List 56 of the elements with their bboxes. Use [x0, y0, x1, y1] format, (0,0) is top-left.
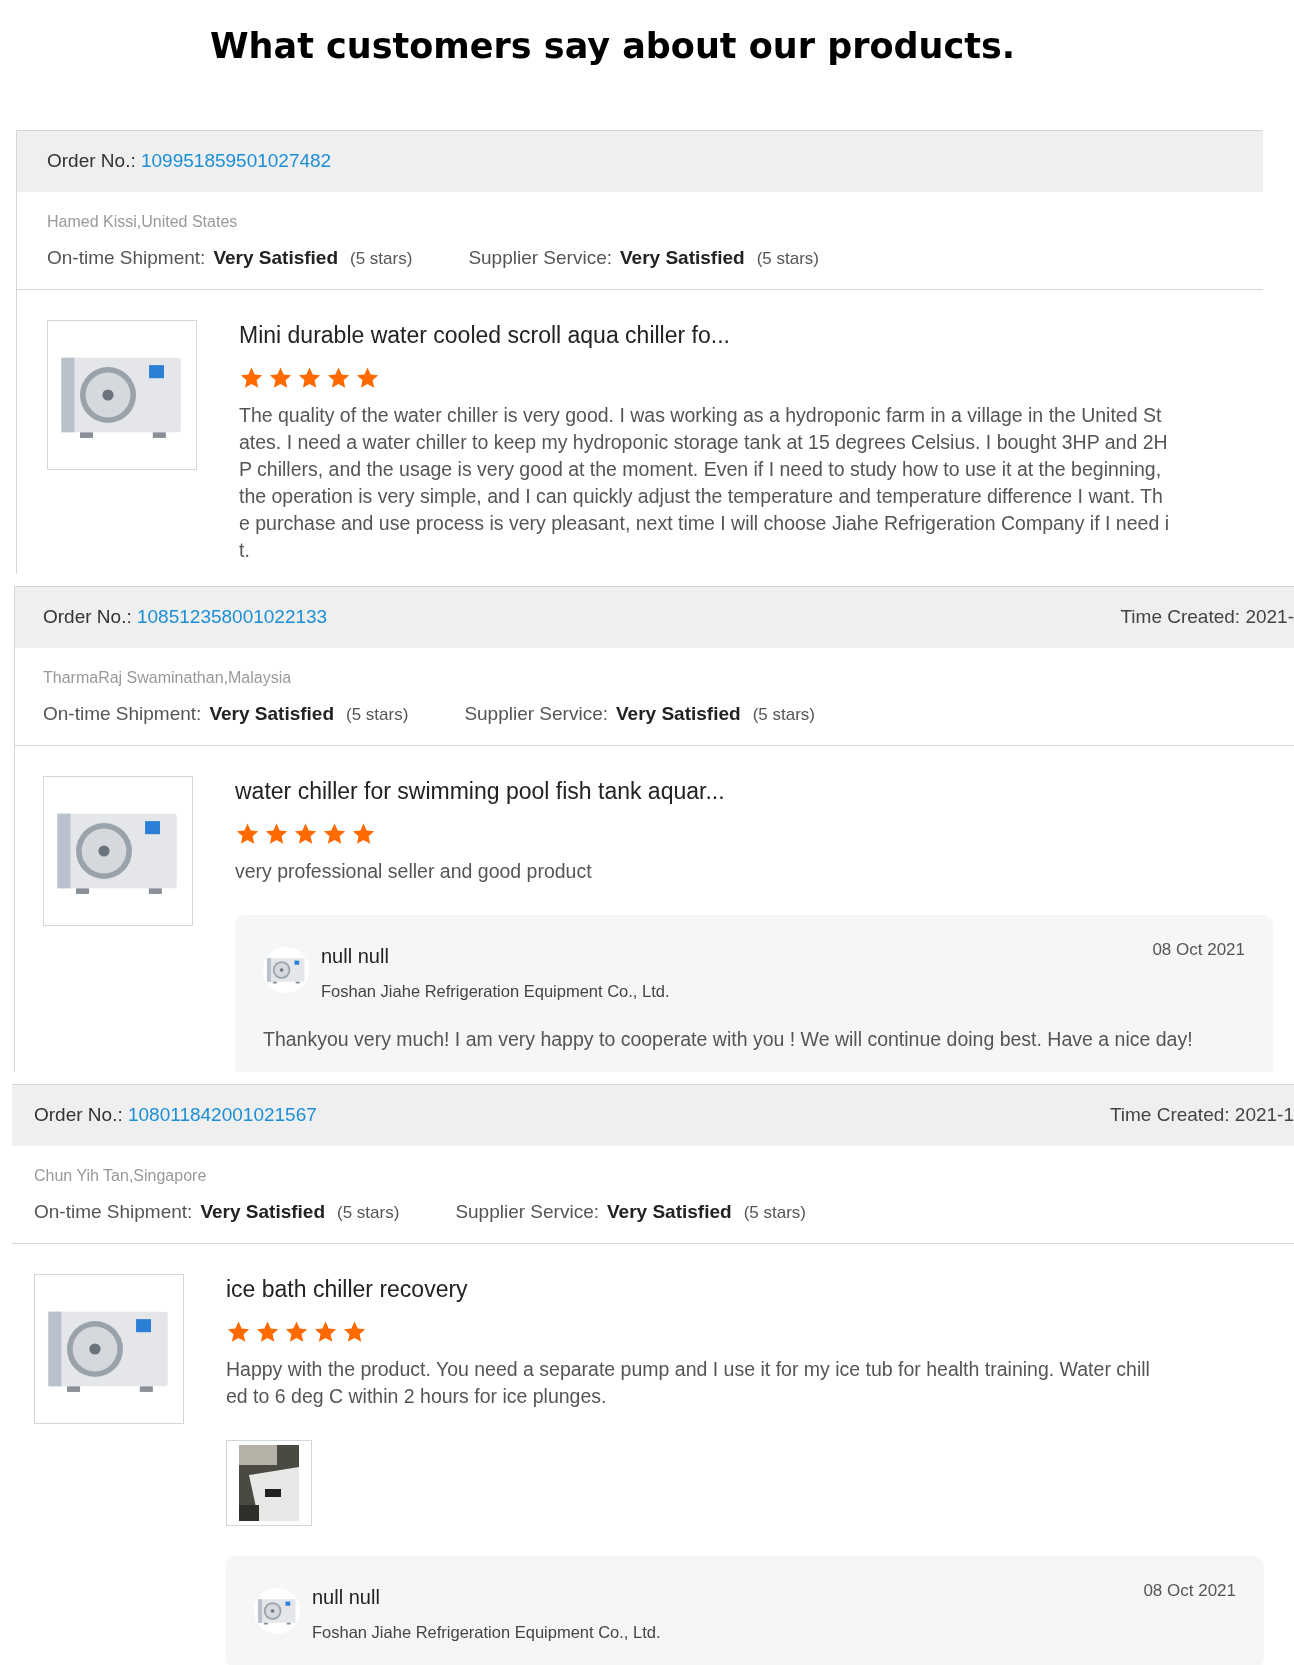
star-icon [351, 821, 376, 846]
review-text: very professional seller and good product [235, 858, 593, 884]
rating-label: On-time Shipment: [43, 702, 202, 726]
rating-label: Supplier Service: [468, 246, 612, 270]
rating-count: (5 stars) [756, 248, 819, 270]
star-icon [355, 365, 380, 390]
seller-company: Foshan Jiahe Refrigeration Equipment Co., Ltd. [321, 980, 670, 1002]
rating-label: Supplier Service: [464, 702, 608, 726]
rating-value: Very Satisfied [620, 246, 745, 270]
rating-count: (5 stars) [752, 704, 815, 726]
order-label: Order No.: [43, 606, 132, 628]
star-icon [293, 821, 318, 846]
order-label: Order No.: [34, 1104, 123, 1126]
reply-message: Thankyou very much! I am very happy to cooperate with you ! We will continue doing best. Have a nice day! [263, 1027, 1194, 1053]
star-icon [284, 1319, 309, 1344]
rating-value: Very Satisfied [200, 1200, 326, 1224]
star-icon [326, 365, 351, 390]
reply-author: null null [321, 943, 390, 969]
rating-count: (5 stars) [743, 1202, 806, 1224]
time-created: Time Created: 2021- [1120, 605, 1294, 630]
rating-value: Very Satisfied [209, 702, 335, 726]
star-icon [313, 1319, 338, 1344]
time-created: Time Created: 2021-1 [1109, 1103, 1294, 1128]
star-icon [226, 1319, 251, 1344]
review-text: Happy with the product. You need a separate pump and I use it for my ice tub for health training. Water chilled to 6 deg C within 2 hours for ice plunges. [226, 1356, 1151, 1409]
star-icon [235, 821, 260, 846]
star-icon [239, 365, 264, 390]
star-icon [322, 821, 347, 846]
buyer-name: Chun Yih Tan,Singapore [34, 1166, 208, 1186]
rating-count: (5 stars) [337, 1202, 400, 1224]
star-icon [268, 365, 293, 390]
reply-date: 08 Oct 2021 [1152, 938, 1245, 961]
reply-date: 08 Oct 2021 [1143, 1579, 1236, 1602]
rating-label: Supplier Service: [455, 1200, 599, 1224]
product-title[interactable]: Mini durable water cooled scroll aqua chiller fo... [239, 319, 1241, 350]
rating-count: (5 stars) [350, 248, 413, 270]
rating-value: Very Satisfied [607, 1200, 732, 1224]
product-title[interactable]: water chiller for swimming pool fish tank aquar... [235, 775, 1273, 806]
order-label: Order No.: [47, 150, 136, 172]
star-icon [255, 1319, 280, 1344]
buyer-name: Hamed Kissi,United States [47, 212, 239, 232]
rating-label: On-time Shipment: [47, 246, 206, 270]
buyer-name: TharmaRaj Swaminathan,Malaysia [43, 668, 293, 688]
star-icon [264, 821, 289, 846]
page-title: What customers say about our products. [210, 25, 1016, 68]
star-icon [342, 1319, 367, 1344]
review-text: The quality of the water chiller is very good. I was working as a hydroponic farm in a village in the United States. I need a water chiller to keep my hydroponic storage tank at 15 degrees Celsius. I bought 3HP and 2HP chillers, and the usage is very good at the moment. Even if I need to study how to use it at the beginning, the operation is very simple, and I can quickly adjust the temperature and temperature difference I want. The purchase and use process is very pleasant, next time I will choose Jiahe Refrigeration Company if I need it. [239, 402, 1169, 563]
review-photo[interactable] [226, 1439, 312, 1526]
product-title[interactable]: ice bath chiller recovery [226, 1273, 1272, 1304]
rating-value: Very Satisfied [616, 702, 741, 726]
rating-label: On-time Shipment: [34, 1200, 193, 1224]
star-icon [297, 365, 322, 390]
rating-value: Very Satisfied [213, 246, 339, 270]
reply-author: null null [312, 1584, 381, 1610]
seller-company: Foshan Jiahe Refrigeration Equipment Co., Ltd. [312, 1621, 661, 1643]
rating-count: (5 stars) [346, 704, 409, 726]
